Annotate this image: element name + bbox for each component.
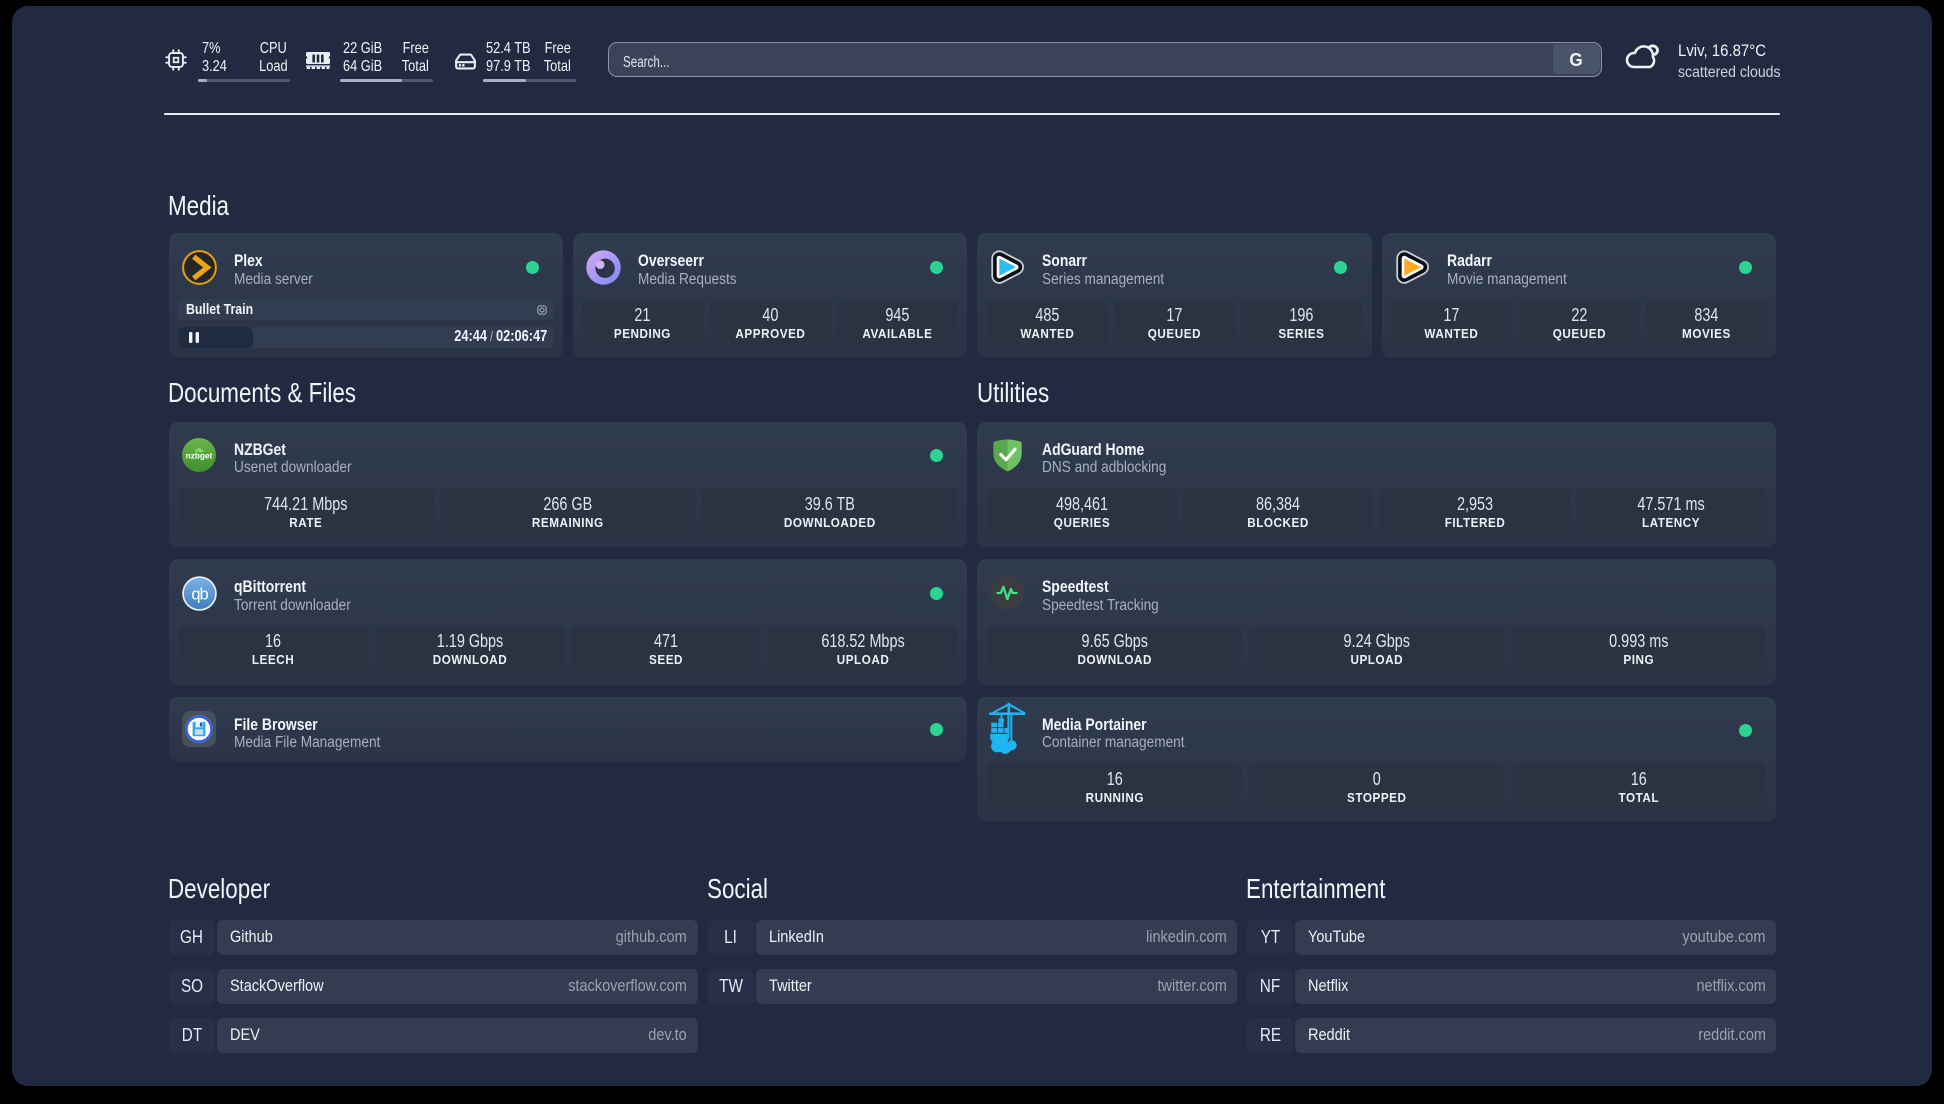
svg-text:nzbget: nzbget [185, 452, 212, 461]
svg-text:qb: qb [191, 585, 208, 603]
